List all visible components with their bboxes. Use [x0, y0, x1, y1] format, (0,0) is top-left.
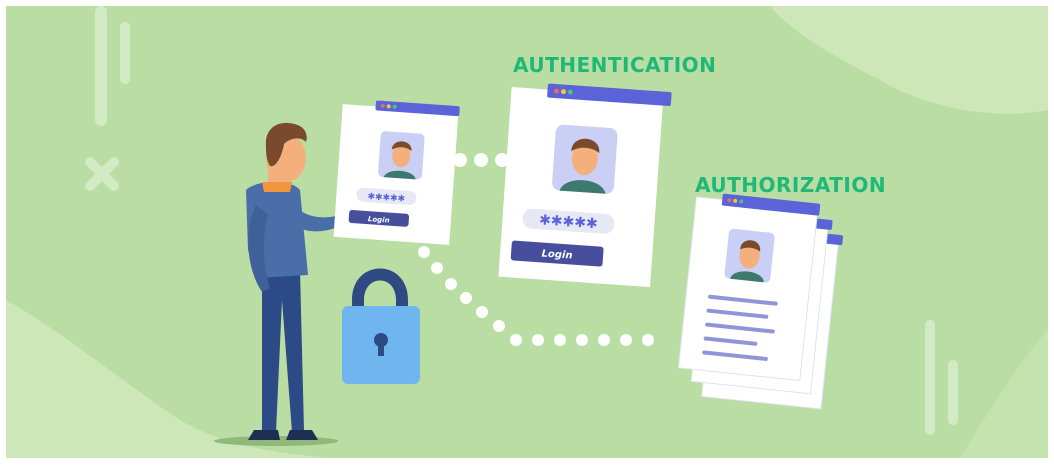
small-login-card: ✱✱✱✱✱ Login [333, 100, 460, 245]
authorization-document-stack [677, 193, 844, 410]
large-login-card: ✱✱✱✱✱ Login [498, 83, 672, 288]
connector-dots-top [453, 153, 509, 167]
decor-line [925, 320, 935, 435]
small-card-login-label: Login [368, 215, 390, 224]
authentication-heading: AUTHENTICATION [513, 53, 717, 77]
document-front [677, 196, 819, 382]
decor-line [120, 22, 130, 84]
authorization-heading: AUTHORIZATION [695, 173, 887, 197]
illustration: ✱✱✱✱✱ Login ✱✱✱✱✱ Login AUTHENTICATION A… [0, 0, 1054, 464]
large-card-login-label: Login [541, 249, 573, 262]
decor-line [95, 6, 107, 126]
decor-line [948, 360, 958, 425]
